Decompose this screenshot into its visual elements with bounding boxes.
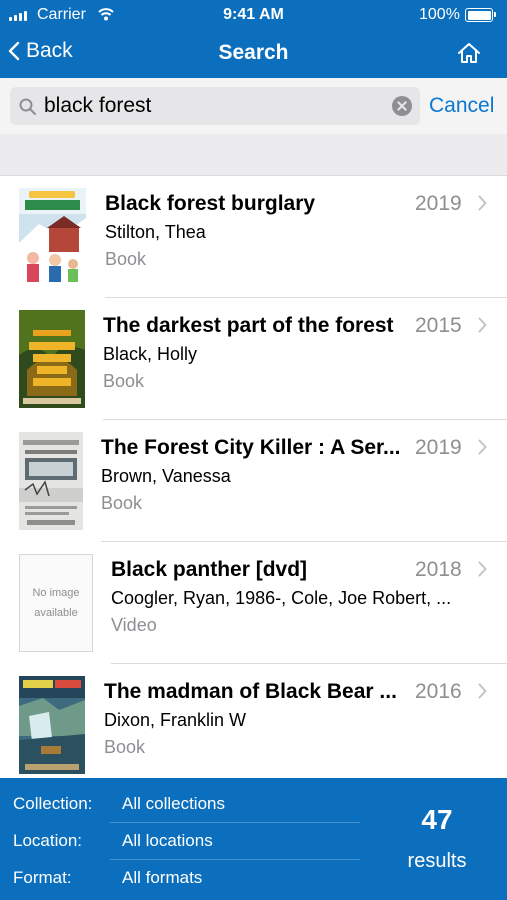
location-filter-label: Location:	[13, 831, 82, 850]
list-item[interactable]: The Forest City Killer : A Ser... 2019 B…	[0, 420, 507, 542]
result-title: The darkest part of the forest	[103, 314, 394, 337]
result-author: Coogler, Ryan, 1986-, Cole, Joe Robert, …	[111, 588, 452, 608]
list-item[interactable]: Black forest burglary 2019 Stilton, Thea…	[0, 176, 507, 298]
result-year: 2019	[415, 436, 462, 459]
no-image-text-line1: No image	[32, 587, 80, 599]
result-title: Black forest burglary	[105, 192, 316, 215]
battery-icon	[465, 8, 496, 22]
home-icon[interactable]	[456, 40, 482, 66]
result-year: 2016	[415, 680, 462, 703]
chevron-right-icon	[478, 439, 487, 455]
list-item[interactable]: The darkest part of the forest 2015 Blac…	[0, 298, 507, 420]
book-cover-image	[19, 432, 83, 530]
result-title: Black panther [dvd]	[111, 558, 308, 581]
search-field[interactable]	[10, 87, 420, 125]
book-cover-image	[19, 676, 85, 774]
no-image-text-line2: available	[34, 607, 78, 619]
header: Carrier 9:41 AM 100% Back Search	[0, 0, 507, 78]
search-icon	[19, 98, 36, 115]
location-filter[interactable]: Location: All locations	[0, 823, 360, 860]
status-bar: Carrier 9:41 AM 100%	[0, 0, 507, 30]
list-item[interactable]: No image available Black panther [dvd] 2…	[0, 542, 507, 664]
format-filter[interactable]: Format: All formats	[0, 860, 360, 897]
collection-filter[interactable]: Collection: All collections	[0, 786, 360, 823]
result-author: Dixon, Franklin W	[104, 710, 247, 730]
result-count-label: results	[407, 850, 467, 872]
page-title: Search	[218, 41, 289, 64]
result-author: Black, Holly	[103, 344, 198, 364]
location-filter-value: All locations	[122, 831, 213, 850]
results-header-band	[0, 134, 507, 176]
search-input[interactable]	[44, 91, 384, 121]
result-format: Book	[105, 249, 147, 269]
chevron-right-icon	[478, 317, 487, 333]
result-author: Brown, Vanessa	[101, 466, 231, 486]
result-format: Book	[101, 493, 143, 513]
chevron-right-icon	[478, 195, 487, 211]
clear-search-icon[interactable]	[392, 96, 412, 116]
cancel-button[interactable]: Cancel	[429, 94, 494, 118]
result-title: The Forest City Killer : A Ser...	[101, 436, 401, 459]
result-format: Book	[104, 737, 146, 757]
chevron-right-icon	[478, 683, 487, 699]
result-format: Video	[111, 615, 157, 635]
battery-percentage: 100%	[419, 6, 460, 23]
result-format: Book	[103, 371, 145, 391]
format-filter-label: Format:	[13, 868, 72, 887]
collection-filter-label: Collection:	[13, 794, 93, 813]
format-filter-value: All formats	[122, 868, 203, 887]
book-cover-image	[19, 188, 86, 286]
result-author: Stilton, Thea	[105, 222, 206, 242]
collection-filter-value: All collections	[122, 794, 225, 813]
filter-footer: Collection: All collections Location: Al…	[0, 778, 507, 900]
result-title: The madman of Black Bear ...	[104, 680, 397, 703]
list-item[interactable]: The madman of Black Bear ... 2016 Dixon,…	[0, 664, 507, 778]
chevron-right-icon	[478, 561, 487, 577]
result-year: 2018	[415, 558, 462, 581]
result-year: 2019	[415, 192, 462, 215]
navigation-bar: Back Search	[0, 30, 507, 78]
result-count: 47	[421, 804, 453, 835]
results-list: Black forest burglary 2019 Stilton, Thea…	[0, 176, 507, 778]
search-bar: Cancel	[0, 78, 507, 134]
book-cover-image	[19, 310, 85, 408]
result-year: 2015	[415, 314, 462, 337]
no-image-placeholder: No image available	[19, 554, 93, 652]
